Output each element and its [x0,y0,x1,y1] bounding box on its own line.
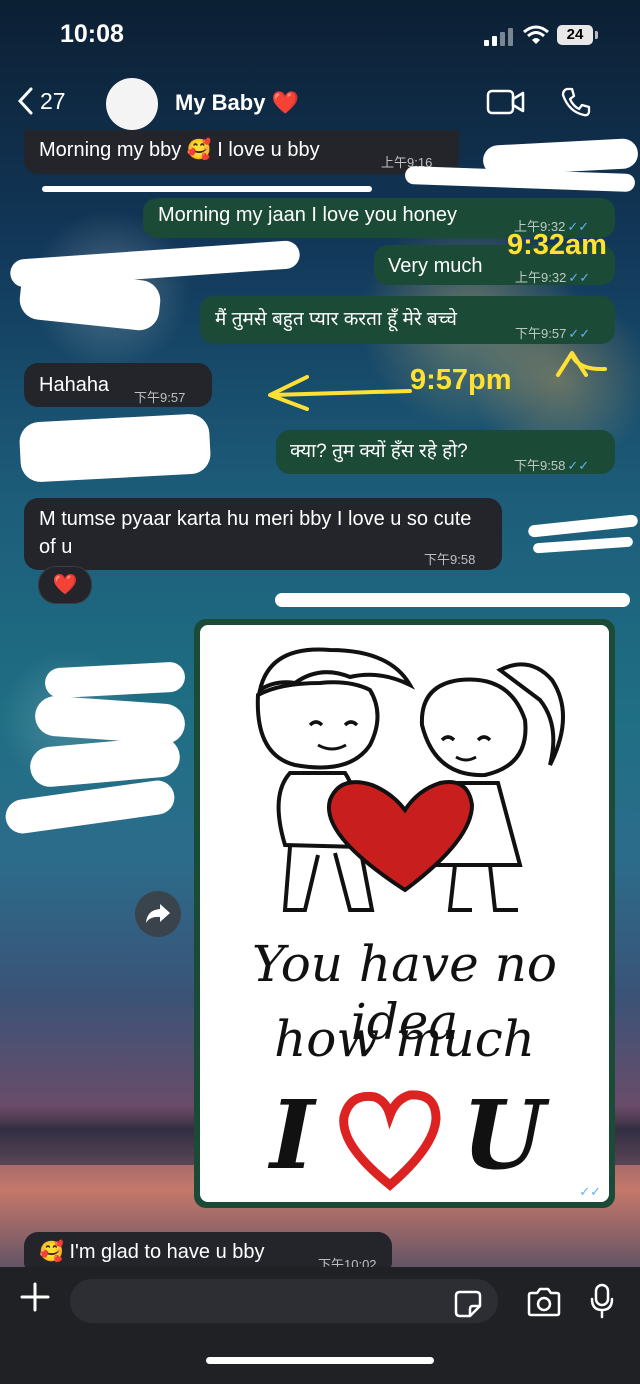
video-call-icon[interactable] [486,88,526,116]
phone-icon[interactable] [560,86,592,118]
contact-name[interactable]: My Baby ❤️ [175,90,299,116]
message-time: 下午9:58 ✓✓ [514,458,590,473]
annotation-arrow-left-icon [268,375,412,411]
image-caption-line3: I U [200,1080,609,1191]
message-text: Hahaha [39,374,110,396]
couple-illustration [255,647,565,912]
message-time: 下午9:57 ✓✓ [515,326,591,341]
image-caption-i: I [270,1080,315,1191]
message-time: 下午10:00 ✓✓ [518,1184,601,1199]
microphone-icon[interactable] [590,1283,614,1319]
message-bubble-outgoing[interactable]: क्या? तुम क्यों हँस रहे हो? 下午9:58 ✓✓ [276,430,615,474]
message-input[interactable] [70,1279,498,1323]
message-time: 下午9:58 [424,552,476,567]
unread-count: 27 [40,87,66,114]
message-text: क्या? तुम क्यों हँस रहे हो? [290,441,468,462]
message-bubble-incoming[interactable]: M tumse pyaar karta hu meri bby I love u… [24,498,502,570]
camera-icon[interactable] [526,1287,562,1317]
message-input-bar [0,1267,640,1384]
message-time: 下午9:57 [134,390,186,405]
double-check-icon: ✓✓ [568,326,591,341]
double-check-icon: ✓✓ [567,458,590,473]
double-check-icon: ✓✓ [568,270,591,285]
status-time: 10:08 [60,20,124,48]
image-message[interactable]: You have no idea how much I U 下午10:00 ✓✓ [194,619,615,1208]
forward-icon [146,904,170,923]
battery-indicator: 24 [557,25,598,45]
sticker-icon[interactable] [454,1290,482,1318]
plus-icon[interactable] [20,1282,50,1312]
message-text: 🥰 I'm glad to have u bby [39,1241,265,1263]
signal-icon [484,28,513,46]
redaction-scribble [42,186,372,192]
wifi-icon [523,25,549,44]
chat-header: 27 My Baby ❤️ [0,70,640,136]
heart-icon [339,1090,441,1191]
message-reaction[interactable]: ❤️ [38,566,92,604]
image-caption-line2: how much [274,1010,535,1068]
forward-button[interactable] [135,891,181,937]
chevron-left-icon [17,87,33,115]
message-text: Morning my bby 🥰 I love u bby [39,139,320,161]
message-text: Very much [388,255,483,277]
love-image: You have no idea how much I U [200,625,609,1202]
double-check-icon: ✓✓ [579,1184,601,1199]
message-text: M tumse pyaar karta hu meri bby I love u… [39,508,472,558]
message-text: मैं तुमसे बहुत प्यार करता हूँ मेरे बच्चे [215,309,457,330]
message-bubble-incoming[interactable]: Hahaha 下午9:57 [24,363,212,407]
annotation-arrow-up-icon [556,351,607,377]
annotation-time-night: 9:57pm [410,364,512,396]
redaction-scribble [275,593,630,607]
image-caption-u: U [462,1080,545,1191]
message-bubble-incoming[interactable]: Morning my bby 🥰 I love u bby 上午9:16 [24,130,459,174]
message-bubble-outgoing[interactable]: मैं तुमसे बहुत प्यार करता हूँ मेरे बच्चे… [200,296,615,344]
status-bar: 10:08 24 [0,0,640,70]
annotation-time-morning: 9:32am [507,229,607,261]
avatar[interactable] [106,78,158,130]
home-indicator [206,1357,434,1364]
redaction-scribble [18,413,212,483]
message-time: 上午9:32 ✓✓ [515,270,591,285]
back-button[interactable]: 27 [16,86,66,116]
message-text: Morning my jaan I love you honey [158,204,458,226]
